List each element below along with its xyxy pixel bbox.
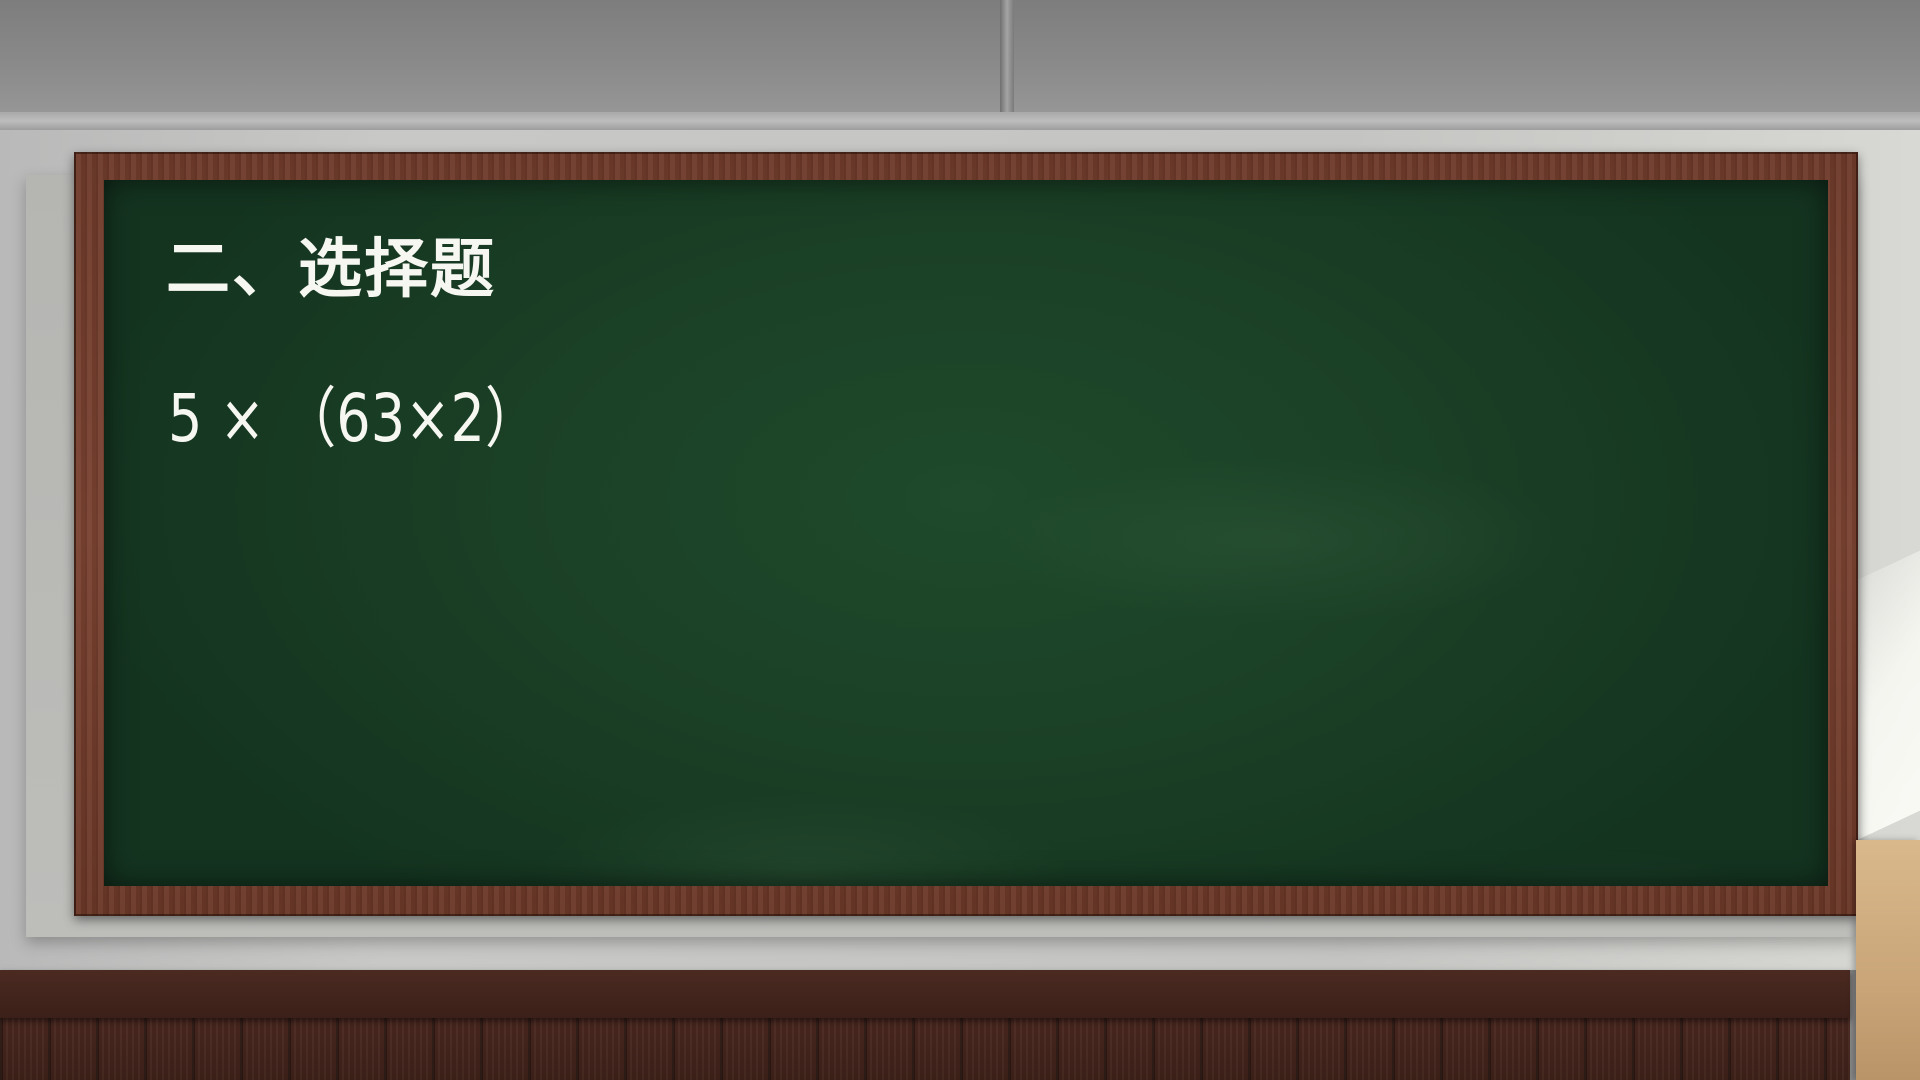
- classroom-scene: 二、选择题 5 × （63×2）: [0, 0, 1920, 1080]
- upper-wall-panel: [0, 0, 1920, 116]
- wall-rail: [0, 112, 1920, 130]
- chalkboard-title: 二、选择题: [166, 233, 496, 307]
- desk-corner: [1856, 840, 1920, 1080]
- math-expression: 5 × （63×2）: [168, 380, 540, 457]
- wainscot-rail: [0, 970, 1850, 1018]
- upper-wall-seam: [1000, 0, 1014, 116]
